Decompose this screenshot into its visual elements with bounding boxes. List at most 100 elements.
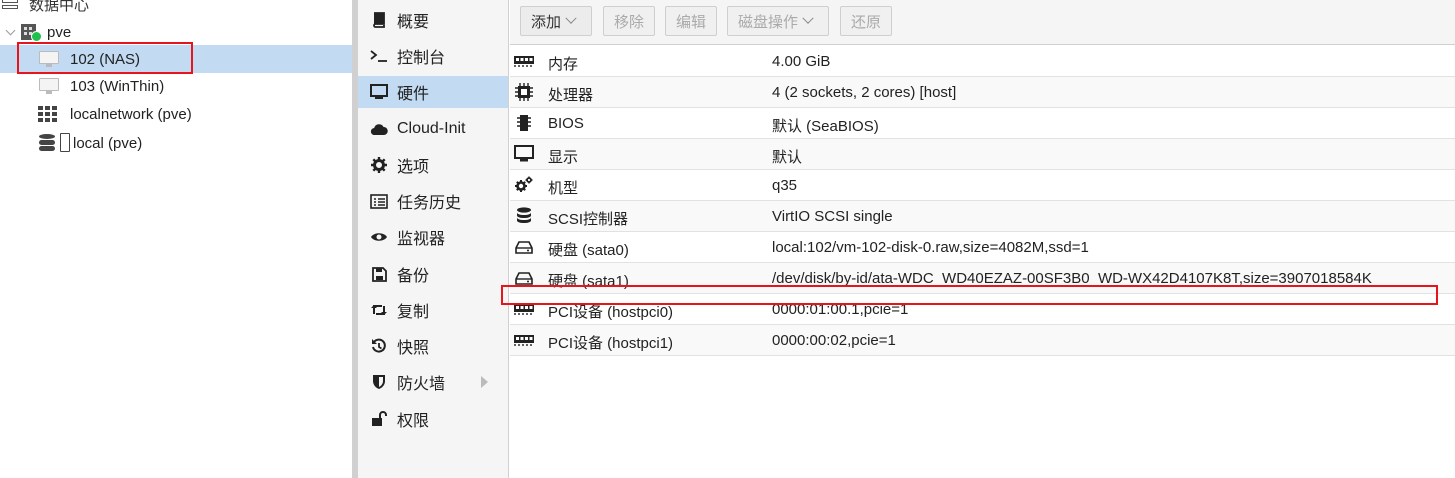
hardware-key: SCSI控制器 [548, 211, 629, 228]
history-icon [369, 336, 389, 356]
gear-icon [369, 155, 389, 175]
hardware-value: local:102/vm-102-disk-0.raw,size=4082M,s… [772, 239, 1089, 256]
hardware-row-sata1[interactable]: 硬盘 (sata1) /dev/disk/by-id/ata-WDC_WD40E… [510, 263, 1455, 294]
tree-item-node-pve[interactable]: pve [0, 18, 352, 46]
hardware-value: q35 [772, 177, 798, 194]
disk-action-button[interactable]: 磁盘操作 [727, 6, 829, 36]
pci-card-icon [514, 331, 534, 349]
tree-item-vm-102[interactable]: 102 (NAS) [0, 45, 352, 73]
tree-item-local-storage[interactable]: local (pve) [0, 129, 352, 157]
hardware-value: 默认 [772, 149, 803, 166]
hardware-row-display[interactable]: 显示 默认 [510, 139, 1455, 170]
tree-item-localnetwork[interactable]: localnetwork (pve) [0, 100, 352, 128]
hardware-key: BIOS [548, 115, 584, 132]
nav-label: 概要 [397, 14, 430, 31]
revert-button[interactable]: 还原 [840, 6, 892, 36]
remove-button-label: 移除 [614, 13, 645, 31]
hardware-value: /dev/disk/by-id/ata-WDC_WD40EZAZ-00SF3B0… [772, 270, 1372, 287]
resource-tree: 数据中心 pve 102 (NAS) 103 (WinThin) localne… [0, 0, 352, 478]
hardware-row-hostpci0[interactable]: PCI设备 (hostpci0) 0000:01:00.1,pcie=1 [510, 294, 1455, 325]
hardware-row-scsi-controller[interactable]: SCSI控制器 VirtIO SCSI single [510, 201, 1455, 232]
server-rack-icon [2, 0, 20, 11]
edit-button-label: 编辑 [676, 13, 707, 31]
tree-item-datacenter[interactable]: 数据中心 [0, 0, 352, 18]
add-button-label: 添加 [531, 13, 562, 31]
hardware-row-processor[interactable]: 处理器 4 (2 sockets, 2 cores) [host] [510, 77, 1455, 108]
nav-item-monitor[interactable]: 监视器 [358, 221, 508, 253]
proxmox-window: 数据中心 pve 102 (NAS) 103 (WinThin) localne… [0, 0, 1455, 478]
hardware-key: 机型 [548, 180, 579, 197]
tree-label-vm-102: 102 (NAS) [70, 50, 141, 68]
disk-action-label: 磁盘操作 [738, 13, 799, 31]
tree-label-node: pve [47, 23, 72, 41]
hardware-key: 处理器 [548, 87, 594, 104]
nav-label: 选项 [397, 159, 430, 176]
tree-label-localnetwork: localnetwork (pve) [70, 105, 192, 123]
hardware-value: VirtIO SCSI single [772, 208, 893, 225]
nav-item-hardware[interactable]: 硬件 [358, 76, 508, 108]
nav-label: 备份 [397, 268, 430, 285]
hardware-key: PCI设备 (hostpci0) [548, 304, 674, 321]
memory-icon [514, 52, 534, 70]
chevron-down-icon [802, 12, 814, 24]
revert-button-label: 还原 [851, 13, 882, 31]
hardware-toolbar: 添加 移除 编辑 磁盘操作 还原 [510, 0, 1455, 45]
shield-icon [369, 372, 389, 392]
nav-item-summary[interactable]: 概要 [358, 4, 508, 36]
display-icon [514, 145, 534, 163]
nav-item-console[interactable]: 控制台 [358, 40, 508, 72]
hardware-value: 4 (2 sockets, 2 cores) [host] [772, 84, 957, 101]
nav-item-task-history[interactable]: 任务历史 [358, 185, 508, 217]
hardware-row-machine[interactable]: 机型 q35 [510, 170, 1455, 201]
hardware-row-sata0[interactable]: 硬盘 (sata0) local:102/vm-102-disk-0.raw,s… [510, 232, 1455, 263]
tree-item-vm-103[interactable]: 103 (WinThin) [0, 72, 352, 100]
eye-icon [369, 227, 389, 247]
unlock-icon [369, 409, 389, 429]
database-icon [514, 207, 534, 225]
monitor-icon [369, 82, 389, 102]
hardware-row-bios[interactable]: BIOS 默认 (SeaBIOS) [510, 108, 1455, 139]
nav-item-cloud-init[interactable]: Cloud-Init [358, 113, 508, 145]
hardware-value: 0000:00:02,pcie=1 [772, 332, 896, 349]
vm-config-nav: 概要 控制台 硬件 Cloud-Init 选项 任务历史 监视器 备份 复制 快… [358, 0, 509, 478]
status-ok-icon [31, 31, 42, 42]
cloud-icon [369, 119, 389, 139]
nav-label: Cloud-Init [397, 120, 466, 137]
chevron-down-icon [565, 12, 577, 24]
tree-label-local-storage: local (pve) [73, 134, 143, 152]
file-icon [60, 133, 70, 153]
chevron-down-icon[interactable] [5, 25, 16, 37]
hardware-key: PCI设备 (hostpci1) [548, 335, 674, 352]
network-grid-icon [38, 106, 58, 122]
edit-button[interactable]: 编辑 [665, 6, 717, 36]
tree-label-vm-103: 103 (WinThin) [70, 77, 165, 95]
tree-label-datacenter: 数据中心 [29, 0, 90, 14]
hardware-row-memory[interactable]: 内存 4.00 GiB [510, 46, 1455, 77]
add-button[interactable]: 添加 [520, 6, 592, 36]
nav-label: 任务历史 [397, 195, 462, 212]
hardware-value: 0000:01:00.1,pcie=1 [772, 301, 909, 318]
book-icon [369, 10, 389, 30]
nav-item-firewall[interactable]: 防火墙 [358, 366, 508, 398]
bios-chip-icon [514, 114, 534, 132]
hardware-row-hostpci1[interactable]: PCI设备 (hostpci1) 0000:00:02,pcie=1 [510, 325, 1455, 356]
expand-arrow-icon[interactable] [481, 376, 488, 388]
nav-item-replication[interactable]: 复制 [358, 294, 508, 326]
nav-label: 快照 [397, 340, 430, 357]
remove-button[interactable]: 移除 [603, 6, 655, 36]
nav-item-permissions[interactable]: 权限 [358, 403, 508, 435]
retweet-icon [369, 300, 389, 320]
list-icon [369, 191, 389, 211]
nav-item-snapshot[interactable]: 快照 [358, 330, 508, 362]
hdd-icon [514, 269, 534, 287]
nav-item-backup[interactable]: 备份 [358, 258, 508, 290]
hardware-key: 硬盘 (sata0) [548, 242, 629, 259]
server-node-icon [20, 22, 42, 42]
nav-item-options[interactable]: 选项 [358, 149, 508, 181]
cpu-icon [514, 83, 534, 101]
hardware-key: 硬盘 (sata1) [548, 273, 629, 290]
pci-card-icon [514, 300, 534, 318]
cogs-icon [514, 176, 534, 194]
hardware-key: 显示 [548, 149, 579, 166]
terminal-icon [369, 46, 389, 66]
